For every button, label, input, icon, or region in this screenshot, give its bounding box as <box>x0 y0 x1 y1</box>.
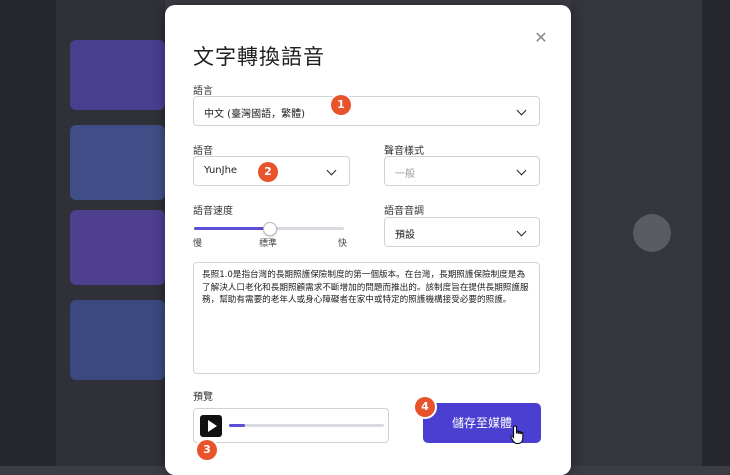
step-badge-3: 3 <box>197 440 217 460</box>
dialog-title: 文字轉換語音 <box>193 45 325 69</box>
step-badge-2: 2 <box>258 162 278 182</box>
speed-label: 語音速度 <box>193 206 233 217</box>
chevron-down-icon <box>326 165 337 176</box>
language-value: 中文 (臺灣國語，繁體) <box>204 109 305 120</box>
background-thumbnail <box>70 300 165 380</box>
speed-slider-fill <box>194 227 269 230</box>
voice-value: YunJhe <box>204 165 238 176</box>
speed-min-label: 慢 <box>193 239 203 249</box>
background-avatar <box>633 214 671 252</box>
language-select[interactable]: 中文 (臺灣國語，繁體) <box>193 96 540 126</box>
preview-progress-fill <box>229 424 245 427</box>
pitch-label: 語音音調 <box>384 206 424 217</box>
step-badge-4: 4 <box>415 397 435 417</box>
chevron-down-icon <box>516 165 527 176</box>
chevron-down-icon <box>516 105 527 116</box>
pitch-value: 預設 <box>395 230 415 241</box>
speed-slider-thumb[interactable] <box>263 222 277 236</box>
chevron-down-icon <box>516 226 527 237</box>
voice-style-label: 聲音樣式 <box>384 146 424 157</box>
preview-progress-bar[interactable] <box>229 424 384 427</box>
background-rail <box>0 0 56 466</box>
voice-label: 語音 <box>193 146 213 157</box>
text-to-speech-dialog: ✕ 文字轉換語音 語言 中文 (臺灣國語，繁體) 1 語音 YunJhe 2 聲… <box>165 5 571 475</box>
speed-max-label: 快 <box>338 239 348 249</box>
pitch-select[interactable]: 預設 <box>384 217 540 247</box>
background-thumbnail <box>70 40 165 110</box>
background-edge <box>702 0 730 466</box>
hand-cursor-icon <box>510 425 524 444</box>
voice-style-value: 一般 <box>395 169 415 180</box>
voice-style-select[interactable]: 一般 <box>384 156 540 186</box>
text-input[interactable]: 長照1.0是指台灣的長期照護保險制度的第一個版本。在台灣，長期照護保險制度是為了… <box>193 262 540 374</box>
play-icon[interactable] <box>200 415 222 437</box>
language-label: 語言 <box>193 86 213 97</box>
close-icon[interactable]: ✕ <box>534 30 548 46</box>
background-thumbnail <box>70 210 165 285</box>
background-thumbnail <box>70 125 165 200</box>
step-badge-1: 1 <box>331 95 351 115</box>
speed-mid-label: 標準 <box>259 239 278 249</box>
speed-slider[interactable] <box>194 222 344 236</box>
preview-label: 預覽 <box>193 392 213 403</box>
